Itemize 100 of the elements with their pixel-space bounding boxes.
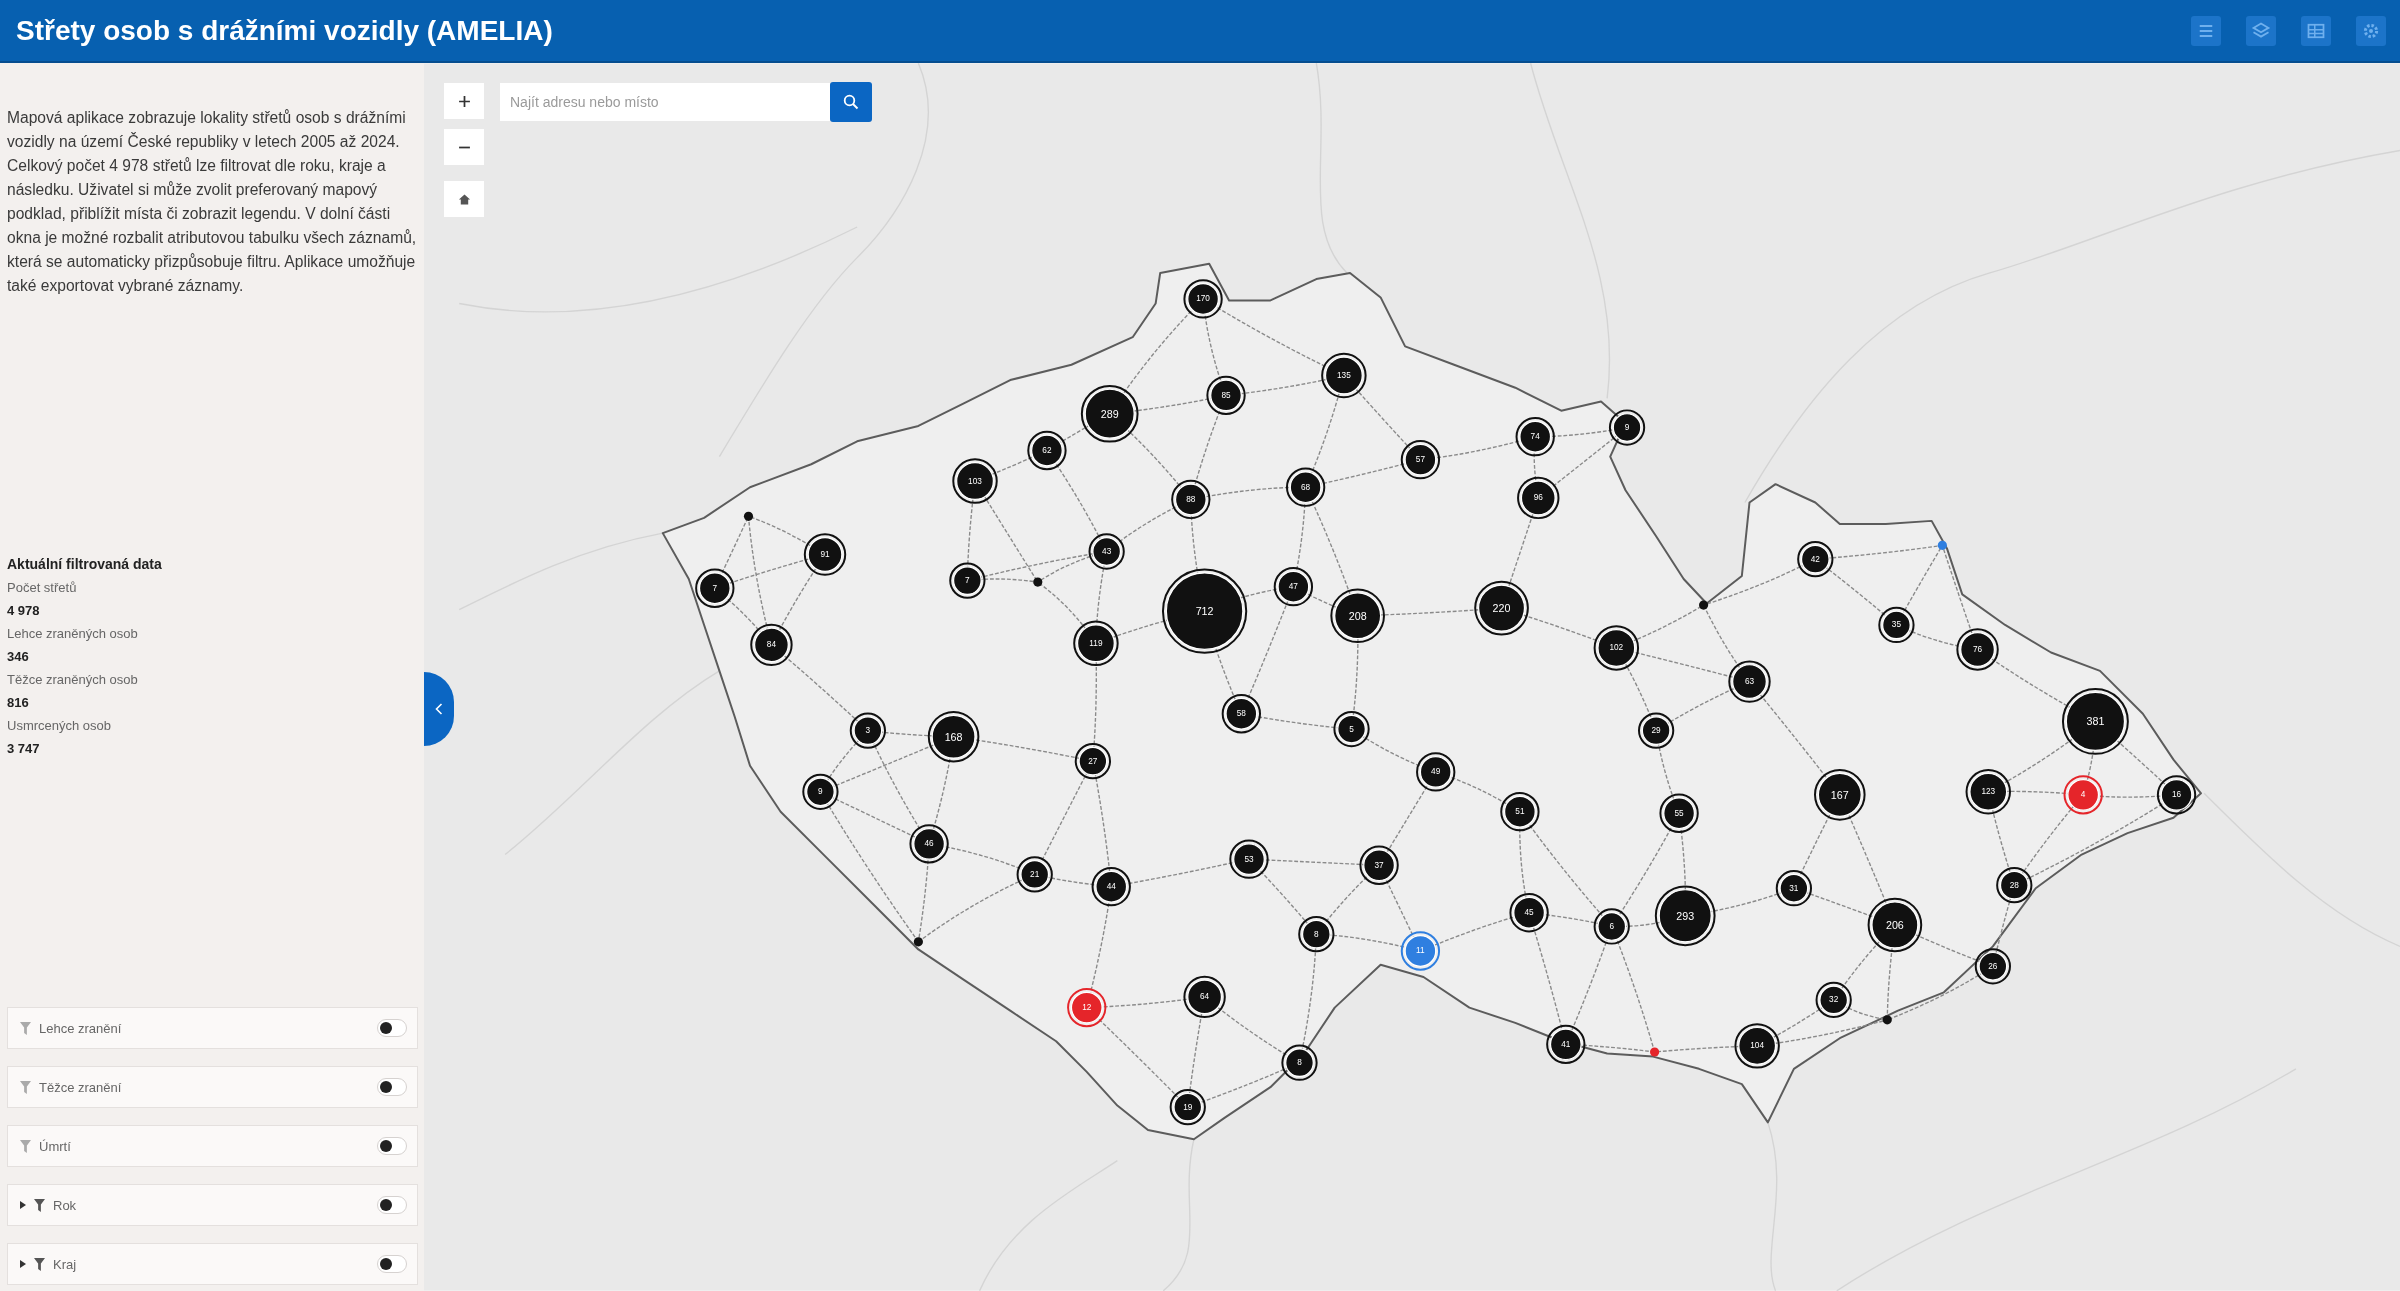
cluster-marker[interactable]: 26 [1974, 948, 2011, 985]
cluster-marker[interactable]: 381 [2061, 687, 2129, 755]
incident-dot[interactable] [1882, 1015, 1892, 1025]
stat-value: 346 [7, 648, 29, 666]
cluster-marker[interactable]: 119 [1073, 620, 1119, 667]
cluster-marker[interactable]: 68 [1285, 467, 1326, 507]
cluster-marker[interactable]: 55 [1659, 793, 1699, 833]
caret-icon[interactable] [20, 1260, 26, 1268]
cluster-marker[interactable]: 7 [949, 562, 986, 599]
cluster-marker[interactable]: 135 [1321, 352, 1367, 399]
cluster-marker[interactable]: 32 [1815, 981, 1852, 1019]
cluster-marker[interactable]: 91 [803, 533, 847, 576]
filter-row[interactable]: Lehce zranění [7, 1007, 418, 1049]
cluster-marker[interactable]: 103 [952, 458, 998, 504]
filter-row[interactable]: Těžce zranění [7, 1066, 418, 1108]
cluster-marker[interactable]: 46 [909, 824, 949, 864]
cluster-marker[interactable]: 9 [802, 773, 839, 810]
cluster-marker[interactable]: 102 [1593, 625, 1640, 671]
cluster-marker[interactable]: 57 [1400, 440, 1441, 480]
cluster-marker[interactable]: 9 [1608, 409, 1646, 446]
cluster-marker[interactable]: 167 [1814, 769, 1866, 821]
cluster-marker[interactable]: 85 [1206, 375, 1246, 416]
cluster-marker[interactable]: 44 [1091, 867, 1131, 907]
cluster-marker[interactable]: 88 [1171, 479, 1211, 520]
filter-row[interactable]: Kraj [7, 1243, 418, 1285]
cluster-marker[interactable]: 49 [1416, 752, 1456, 792]
search-button[interactable] [830, 82, 872, 122]
stat-label: Usmrcených osob [7, 717, 112, 735]
cluster-marker[interactable]: 28 [1996, 867, 2033, 904]
cluster-marker[interactable]: 96 [1517, 476, 1560, 520]
home-button[interactable] [444, 181, 484, 217]
incident-dot[interactable] [1650, 1047, 1660, 1057]
toggle-switch[interactable] [377, 1078, 407, 1096]
toggle-switch[interactable] [377, 1019, 407, 1037]
cluster-marker[interactable]: 220 [1474, 580, 1529, 636]
incident-dot[interactable] [743, 511, 754, 521]
cluster-marker[interactable]: 208 [1330, 588, 1385, 644]
cluster-marker[interactable]: 62 [1027, 430, 1067, 471]
filter-row[interactable]: Rok [7, 1184, 418, 1226]
incident-dot[interactable] [913, 937, 923, 947]
toggle-switch[interactable] [377, 1255, 407, 1273]
cluster-marker[interactable]: 74 [1515, 417, 1555, 457]
cluster-marker[interactable]: 31 [1775, 870, 1813, 907]
cluster-marker[interactable]: 206 [1867, 897, 1923, 953]
cluster-marker[interactable]: 19 [1169, 1088, 1206, 1126]
cluster-marker[interactable]: 104 [1734, 1023, 1780, 1069]
cluster-marker[interactable]: 170 [1183, 279, 1223, 319]
cluster-marker[interactable]: 8 [1298, 916, 1335, 953]
filter-row[interactable]: Úmrtí [7, 1125, 418, 1167]
cluster-marker[interactable]: 43 [1088, 533, 1125, 570]
cluster-marker[interactable]: 5 [1333, 710, 1370, 748]
cluster-marker[interactable]: 712 [1161, 568, 1248, 654]
table-button[interactable] [2301, 15, 2331, 46]
cluster-marker[interactable]: 45 [1509, 893, 1549, 933]
incident-dot[interactable] [1033, 577, 1043, 587]
cluster-marker[interactable]: 58 [1221, 694, 1261, 734]
filter-icon [20, 1139, 31, 1153]
cluster-marker[interactable]: 27 [1074, 743, 1111, 780]
toggle-switch[interactable] [377, 1196, 407, 1214]
cluster-marker[interactable]: 21 [1016, 856, 1053, 893]
cluster-marker[interactable]: 123 [1965, 769, 2011, 815]
cluster-marker[interactable]: 11 [1400, 931, 1441, 971]
caret-icon[interactable] [20, 1201, 26, 1209]
incident-dot[interactable] [1937, 540, 1947, 550]
cluster-marker[interactable]: 51 [1500, 792, 1540, 832]
settings-button[interactable] [2356, 15, 2386, 46]
stat-value: 816 [7, 694, 29, 712]
cluster-marker[interactable]: 29 [1638, 712, 1675, 749]
layers-button[interactable] [2246, 15, 2276, 46]
home-icon [457, 192, 471, 206]
list-button[interactable] [2191, 15, 2221, 46]
cluster-marker[interactable]: 41 [1546, 1024, 1586, 1064]
cluster-marker[interactable]: 16 [2156, 775, 2197, 815]
cluster-marker[interactable]: 76 [1956, 628, 1999, 671]
incident-dot[interactable] [1699, 600, 1709, 610]
cluster-marker[interactable]: 84 [750, 623, 793, 667]
cluster-marker[interactable]: 289 [1080, 384, 1139, 443]
cluster-marker[interactable]: 7 [695, 568, 735, 608]
stat-value: 3 747 [7, 740, 40, 758]
cluster-marker[interactable]: 53 [1229, 839, 1269, 879]
cluster-marker[interactable]: 37 [1359, 845, 1399, 885]
toggle-switch[interactable] [377, 1137, 407, 1155]
filter-icon [34, 1257, 45, 1271]
cluster-marker[interactable]: 6 [1593, 908, 1630, 945]
cluster-marker[interactable]: 168 [927, 710, 980, 763]
cluster-marker[interactable]: 47 [1273, 567, 1314, 607]
cluster-marker[interactable]: 3 [849, 712, 886, 749]
search-field[interactable]: Najít adresu nebo místo [500, 83, 830, 121]
cluster-marker[interactable]: 12 [1067, 987, 1107, 1028]
cluster-marker[interactable]: 4 [2063, 775, 2103, 815]
cluster-marker[interactable]: 8 [1281, 1044, 1318, 1081]
cluster-marker[interactable]: 42 [1797, 541, 1834, 578]
stat-label: Počet střetů [7, 579, 77, 597]
cluster-marker[interactable]: 35 [1878, 606, 1915, 644]
filter-label: Lehce zranění [39, 1020, 123, 1036]
cluster-marker[interactable]: 293 [1654, 885, 1716, 947]
cluster-marker[interactable]: 63 [1728, 660, 1771, 703]
filter-label: Kraj [53, 1256, 78, 1272]
cluster-marker[interactable]: 64 [1183, 975, 1226, 1019]
search-icon [843, 94, 859, 110]
